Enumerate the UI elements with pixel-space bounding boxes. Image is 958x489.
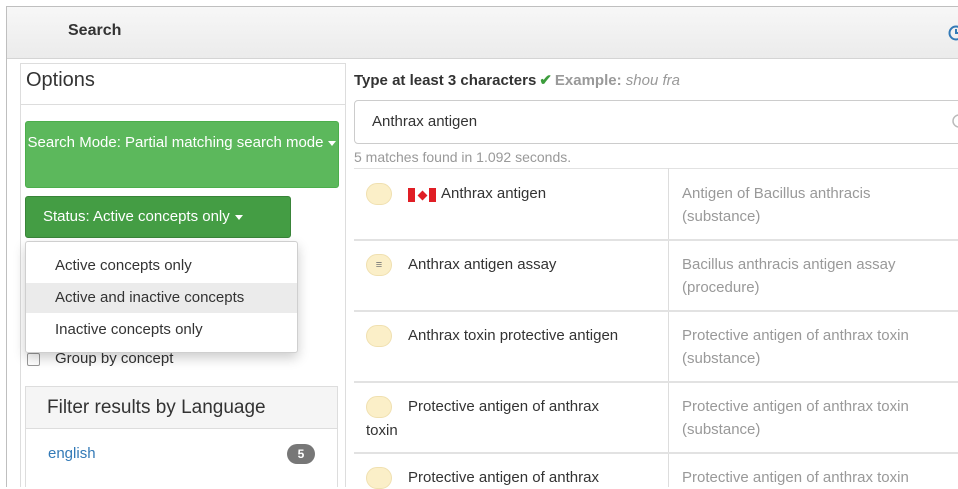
concept-pill-icon	[366, 183, 392, 205]
header-title: Search	[68, 22, 121, 40]
matches-summary: 5 matches found in 1.092 seconds.	[354, 149, 571, 165]
row-separator	[354, 381, 958, 383]
result-term[interactable]: Anthrax antigen	[441, 185, 546, 202]
history-icon[interactable]	[947, 24, 958, 42]
checkmark-icon: ✔	[539, 72, 552, 89]
result-term[interactable]: Anthrax antigen assay	[408, 256, 556, 273]
result-term[interactable]: Protective antigen of anthrax	[408, 469, 599, 486]
search-header: Search	[7, 7, 958, 59]
result-description: Protective antigen of anthrax toxin (sub…	[682, 395, 952, 441]
status-label: Status: Active concepts only	[43, 208, 230, 225]
concept-pill-icon	[366, 396, 392, 418]
row-separator	[354, 452, 958, 454]
canada-flag-icon	[408, 188, 436, 202]
status-dropdown-menu: Active concepts only Active and inactive…	[25, 241, 298, 353]
result-term-continued[interactable]: toxin	[366, 422, 398, 439]
hint-text: Type at least 3 characters	[354, 72, 536, 89]
result-term[interactable]: Anthrax toxin protective antigen	[408, 327, 618, 344]
search-mode-button[interactable]: Search Mode: Partial matching search mod…	[25, 121, 339, 188]
status-option-active-inactive[interactable]: Active and inactive concepts	[26, 283, 297, 313]
results-top-border	[354, 168, 958, 169]
row-separator	[354, 239, 958, 241]
example-value: shou fra	[626, 72, 680, 89]
window-border-left	[6, 6, 7, 487]
language-filter-english[interactable]: english	[48, 445, 96, 462]
group-by-concept-checkbox[interactable]	[27, 353, 40, 366]
search-mode-label: Search Mode: Partial matching search mod…	[28, 134, 324, 151]
example-label: Example:	[555, 72, 622, 89]
result-description: Antigen of Bacillus anthracis (substance…	[682, 182, 952, 228]
row-separator	[354, 310, 958, 312]
search-hint: Type at least 3 characters✔Example: shou…	[354, 71, 680, 89]
language-count-badge: 5	[287, 444, 315, 464]
result-description: Protective antigen of anthrax toxin (sub…	[682, 324, 952, 370]
concept-pill-icon	[366, 325, 392, 347]
concept-pill-icon	[366, 467, 392, 489]
search-input[interactable]: Anthrax antigen	[354, 100, 958, 144]
result-description: Bacillus anthracis antigen assay (proced…	[682, 253, 952, 299]
language-filter-title: Filter results by Language	[25, 386, 338, 428]
caret-down-icon	[235, 215, 243, 220]
clear-search-icon[interactable]	[948, 113, 958, 129]
list-lines-icon: ≡	[366, 254, 392, 276]
caret-down-icon	[328, 141, 336, 146]
status-option-active[interactable]: Active concepts only	[26, 251, 297, 281]
result-description: Protective antigen of anthrax toxin	[682, 466, 952, 489]
result-term[interactable]: Protective antigen of anthrax	[408, 398, 599, 415]
status-option-inactive[interactable]: Inactive concepts only	[26, 315, 297, 345]
results-column-divider	[668, 168, 669, 487]
options-divider	[21, 104, 345, 105]
options-title: Options	[26, 69, 95, 92]
status-button[interactable]: Status: Active concepts only	[25, 196, 291, 238]
